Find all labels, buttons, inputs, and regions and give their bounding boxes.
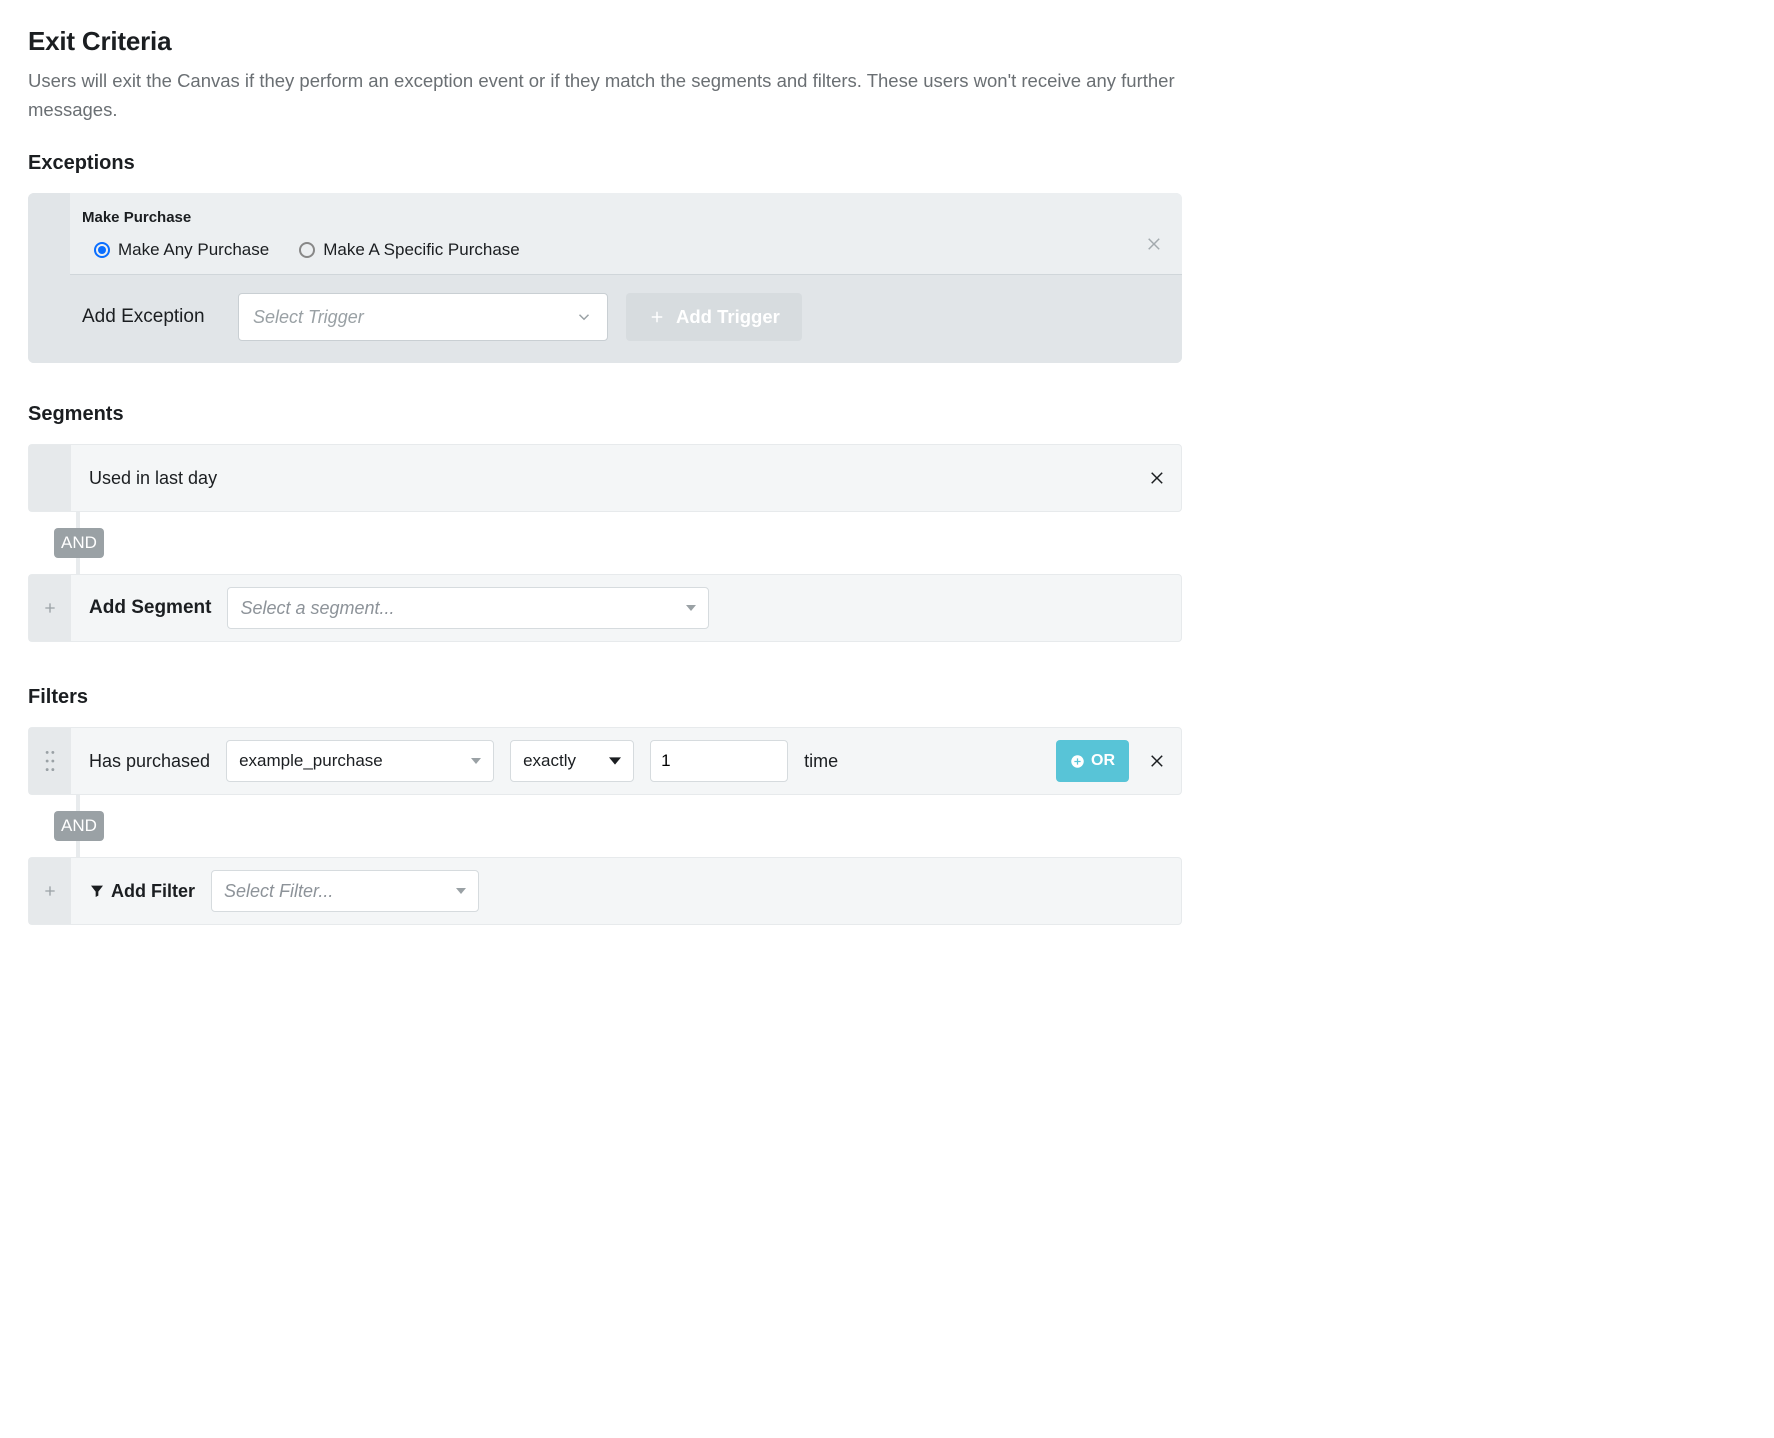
- remove-filter-icon[interactable]: [1149, 752, 1167, 770]
- filters-timeline: Has purchased example_purchase exactly t…: [28, 727, 1182, 925]
- segments-heading: Segments: [28, 403, 1182, 426]
- segment-handle[interactable]: [29, 445, 71, 511]
- filters-heading: Filters: [28, 686, 1182, 709]
- exceptions-gutter: [28, 193, 70, 363]
- select-segment-placeholder: Select a segment...: [240, 598, 394, 619]
- add-trigger-button[interactable]: Add Trigger: [626, 293, 802, 341]
- exception-title: Make Purchase: [82, 209, 1162, 226]
- or-label: OR: [1091, 752, 1115, 770]
- caret-down-icon: [686, 603, 696, 613]
- add-segment-label: Add Segment: [89, 597, 211, 619]
- filters-and-pill: AND: [54, 811, 104, 841]
- exception-row: Make Purchase Make Any Purchase Make A S…: [70, 193, 1182, 274]
- filter-drag-handle[interactable]: [29, 728, 71, 794]
- select-filter-placeholder: Select Filter...: [224, 881, 333, 902]
- page-title: Exit Criteria: [28, 26, 1182, 57]
- or-button[interactable]: OR: [1056, 740, 1129, 782]
- plus-icon: [648, 308, 666, 326]
- select-segment-dropdown[interactable]: Select a segment...: [227, 587, 709, 629]
- segments-timeline: Used in last day AND Add Segment Select …: [28, 444, 1182, 642]
- funnel-icon: [89, 883, 105, 899]
- filter-suffix-text: time: [804, 751, 838, 772]
- caret-down-icon: [471, 756, 481, 766]
- product-dropdown[interactable]: example_purchase: [226, 740, 494, 782]
- add-segment-row: Add Segment Select a segment...: [28, 574, 1182, 642]
- add-filter-handle[interactable]: [29, 858, 71, 924]
- page-description: Users will exit the Canvas if they perfo…: [28, 67, 1182, 124]
- radio-dot-checked-icon: [94, 242, 110, 258]
- add-exception-label: Add Exception: [82, 306, 220, 328]
- add-filter-label: Add Filter: [111, 881, 195, 902]
- product-value: example_purchase: [239, 751, 383, 771]
- operator-value: exactly: [523, 751, 576, 771]
- caret-down-icon: [609, 757, 621, 765]
- add-exception-row: Add Exception Select Trigger Add Trigger: [70, 274, 1182, 363]
- radio-make-specific-purchase[interactable]: Make A Specific Purchase: [299, 240, 520, 260]
- caret-down-icon: [456, 886, 466, 896]
- chevron-down-icon: [575, 308, 593, 326]
- add-segment-handle[interactable]: [29, 575, 71, 641]
- segment-row: Used in last day: [28, 444, 1182, 512]
- remove-segment-icon[interactable]: [1149, 469, 1167, 487]
- radio-any-label: Make Any Purchase: [118, 240, 269, 260]
- filter-row: Has purchased example_purchase exactly t…: [28, 727, 1182, 795]
- plus-circle-icon: [1070, 754, 1085, 769]
- exceptions-card: Make Purchase Make Any Purchase Make A S…: [28, 193, 1182, 363]
- select-filter-dropdown[interactable]: Select Filter...: [211, 870, 479, 912]
- add-filter-label-wrap: Add Filter: [89, 881, 195, 902]
- exceptions-heading: Exceptions: [28, 152, 1182, 175]
- operator-dropdown[interactable]: exactly: [510, 740, 634, 782]
- segment-text: Used in last day: [89, 468, 217, 489]
- radio-dot-icon: [299, 242, 315, 258]
- segments-and-pill: AND: [54, 528, 104, 558]
- close-icon[interactable]: [1146, 235, 1164, 253]
- add-filter-row: Add Filter Select Filter...: [28, 857, 1182, 925]
- add-trigger-label: Add Trigger: [676, 306, 780, 328]
- count-input[interactable]: [650, 740, 788, 782]
- filter-prefix-text: Has purchased: [89, 751, 210, 772]
- select-trigger-placeholder: Select Trigger: [253, 307, 364, 328]
- select-trigger-dropdown[interactable]: Select Trigger: [238, 293, 608, 341]
- radio-specific-label: Make A Specific Purchase: [323, 240, 520, 260]
- radio-make-any-purchase[interactable]: Make Any Purchase: [94, 240, 269, 260]
